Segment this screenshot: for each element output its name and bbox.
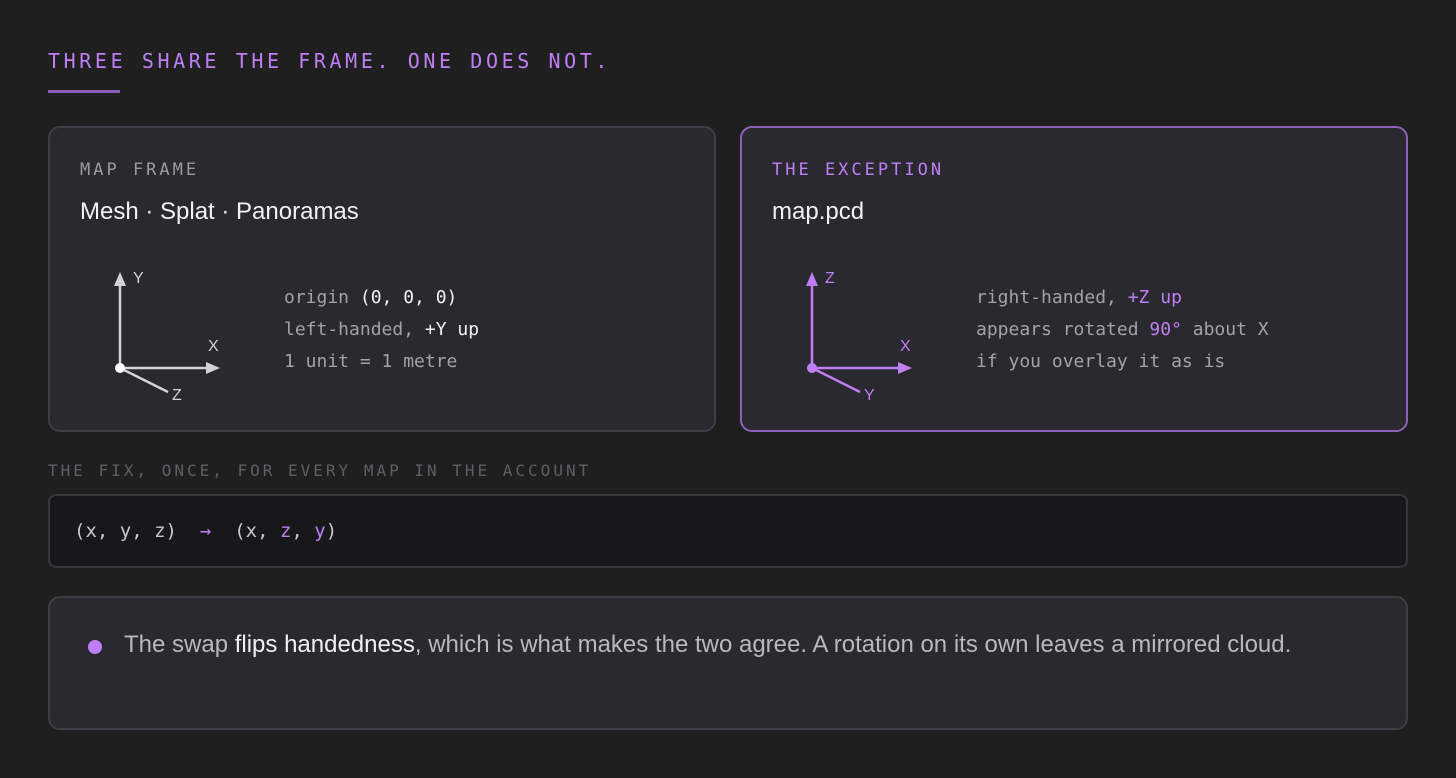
code-to-open: (x, [234, 520, 280, 542]
note-line-origin: origin (0, 0, 0) [284, 282, 479, 314]
code-to-z: z [279, 520, 292, 542]
card-eyebrow: MAP FRAME [80, 160, 200, 180]
note-text: about X [1181, 319, 1269, 340]
axis-right-label: X [900, 338, 911, 355]
exception-card: THE EXCEPTION map.pcd Z X Y right-handed… [740, 126, 1408, 432]
note-strong: flips handedness [234, 631, 415, 658]
left-handed-axes-icon: Y X Z [114, 270, 220, 404]
note-suffix: , which is what makes the two agree. A r… [414, 631, 1292, 658]
axis-right-arrowhead [898, 362, 912, 374]
note-value: +Z up [1127, 287, 1182, 308]
note-text: origin [284, 287, 360, 308]
code-from: (x, y, z) [74, 520, 177, 542]
note-prefix: The swap [124, 631, 235, 658]
note-value: (0, 0, 0) [359, 287, 458, 308]
note-line-unit: 1 unit = 1 metre [284, 351, 458, 372]
axis-up-label: Y [133, 270, 144, 287]
axis-origin [115, 363, 125, 373]
section-heading: THREE SHARE THE FRAME. ONE DOES NOT. [48, 49, 612, 73]
right-handed-axes-icon: Z X Y [806, 270, 912, 404]
note-text: The swap flips handedness, which is what… [124, 626, 1354, 664]
fix-code-block: (x, y, z) → (x, z, y) [48, 494, 1408, 568]
heading-underline [48, 90, 120, 93]
fix-label: THE FIX, ONCE, FOR EVERY MAP IN THE ACCO… [48, 461, 592, 480]
bullet-dot-icon [88, 640, 102, 654]
axis-up-arrowhead [114, 272, 126, 286]
arrow-icon: → [199, 520, 212, 542]
note-text: right-handed, [976, 287, 1128, 308]
fix-code: (x, y, z) → (x, z, y) [74, 520, 337, 542]
code-to-sep: , [291, 520, 315, 542]
note-line-handedness: left-handed, +Y up [284, 314, 479, 346]
note-value: +Y up [424, 319, 480, 340]
note-line-overlay: if you overlay it as is [976, 351, 1226, 372]
handedness-note-card: The swap flips handedness, which is what… [48, 596, 1408, 730]
note-value: 90° [1149, 319, 1182, 340]
axis-diagonal-label: Z [172, 387, 182, 404]
code-to-close: ) [325, 520, 338, 542]
frame-notes: origin (0, 0, 0) left-handed, +Y up 1 un… [284, 282, 479, 378]
card-title: Mesh · Splat · Panoramas [80, 198, 359, 225]
axis-origin [807, 363, 817, 373]
axis-right-arrowhead [206, 362, 220, 374]
code-to-y: y [314, 520, 326, 542]
note-text: left-handed, [284, 319, 425, 340]
map-frame-card: MAP FRAME Mesh · Splat · Panoramas Y X Z… [48, 126, 716, 432]
axis-diagonal-label: Y [864, 387, 875, 404]
note-line-rotation: appears rotated 90° about X [976, 314, 1269, 346]
axis-up-label: Z [825, 270, 835, 287]
card-title: map.pcd [772, 198, 865, 225]
axis-up-arrowhead [806, 272, 818, 286]
note-text: appears rotated [976, 319, 1150, 340]
axis-diagonal-line [811, 366, 861, 394]
note-line-handedness: right-handed, +Z up [976, 282, 1269, 314]
card-eyebrow: THE EXCEPTION [772, 160, 945, 180]
axis-right-label: X [208, 338, 219, 355]
axis-diagonal-line [119, 366, 169, 394]
exception-notes: right-handed, +Z up appears rotated 90° … [976, 282, 1269, 378]
